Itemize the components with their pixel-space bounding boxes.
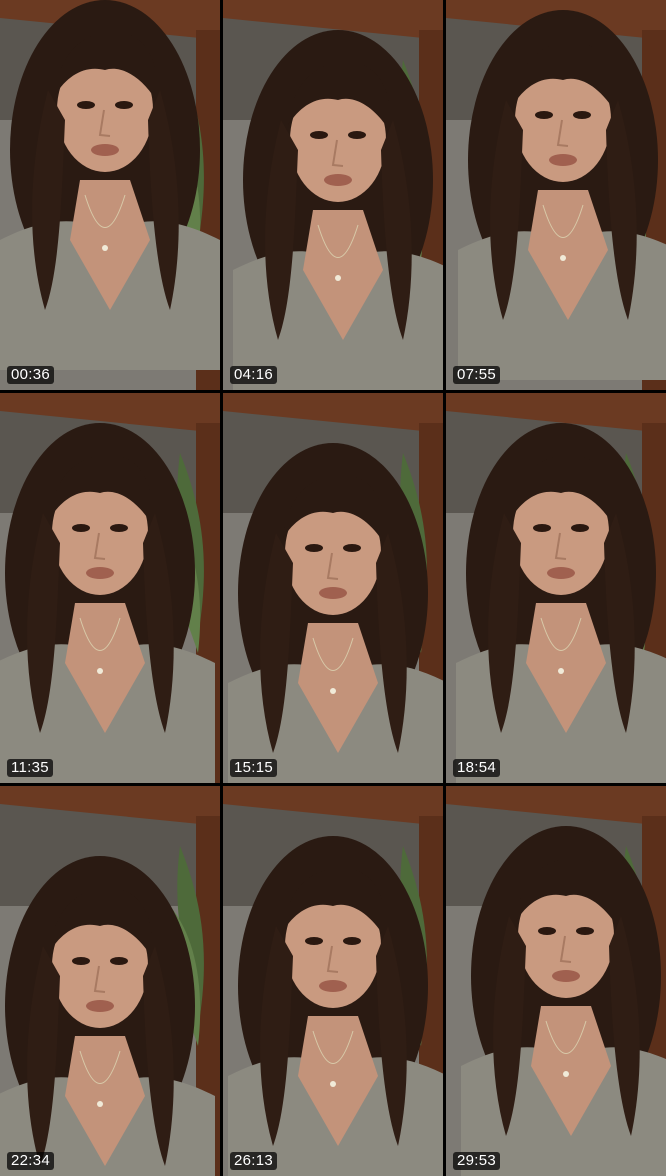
frame-image	[0, 393, 220, 783]
timestamp-badge: 29:53	[453, 1152, 501, 1170]
video-frame-thumbnail[interactable]: 22:34	[0, 786, 220, 1176]
video-frame-thumbnail[interactable]: 04:16	[223, 0, 443, 390]
timestamp-badge: 26:13	[230, 1152, 278, 1170]
frame-image	[0, 0, 220, 390]
video-frame-thumbnail[interactable]: 07:55	[446, 0, 666, 390]
timestamp-badge: 07:55	[453, 366, 501, 384]
timestamp-badge: 00:36	[7, 366, 55, 384]
video-frame-thumbnail[interactable]: 29:53	[446, 786, 666, 1176]
video-thumbnail-grid: 00:36 04:16 07:55 11:35 15:15 18:54 22:3…	[0, 0, 666, 1176]
frame-image	[223, 393, 443, 783]
timestamp-badge: 22:34	[7, 1152, 55, 1170]
timestamp-badge: 04:16	[230, 366, 278, 384]
video-frame-thumbnail[interactable]: 15:15	[223, 393, 443, 783]
timestamp-badge: 11:35	[7, 759, 53, 777]
video-frame-thumbnail[interactable]: 11:35	[0, 393, 220, 783]
frame-image	[223, 786, 443, 1176]
video-frame-thumbnail[interactable]: 18:54	[446, 393, 666, 783]
frame-image	[446, 0, 666, 390]
frame-image	[0, 786, 220, 1176]
video-frame-thumbnail[interactable]: 26:13	[223, 786, 443, 1176]
video-frame-thumbnail[interactable]: 00:36	[0, 0, 220, 390]
timestamp-badge: 18:54	[453, 759, 501, 777]
frame-image	[446, 393, 666, 783]
frame-image	[446, 786, 666, 1176]
frame-image	[223, 0, 443, 390]
timestamp-badge: 15:15	[230, 759, 278, 777]
